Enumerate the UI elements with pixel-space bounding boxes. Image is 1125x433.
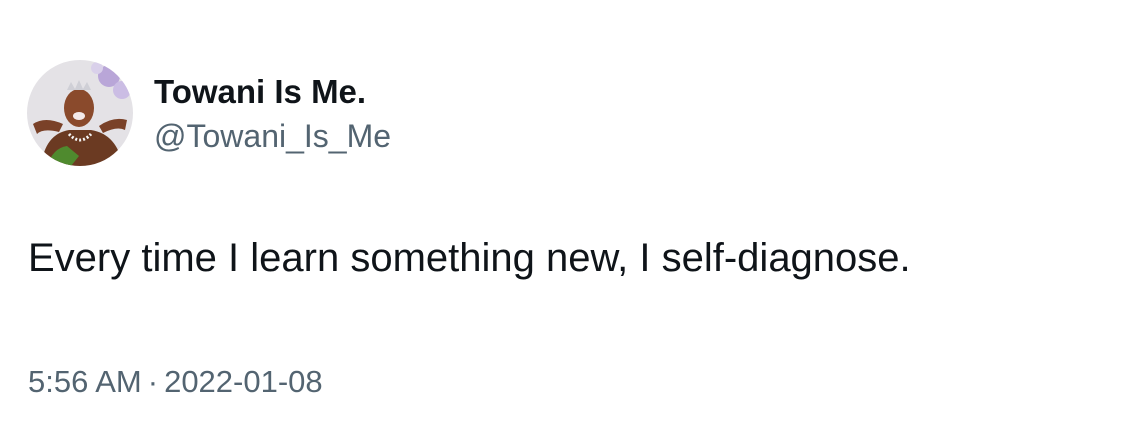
tweet-date[interactable]: 2022-01-08 bbox=[164, 364, 323, 399]
tweet-card: Towani Is Me. @Towani_Is_Me Every time I… bbox=[0, 0, 1125, 433]
author-display-name[interactable]: Towani Is Me. bbox=[154, 72, 366, 112]
author-handle[interactable]: @Towani_Is_Me bbox=[154, 116, 391, 156]
meta-separator: · bbox=[147, 364, 159, 399]
avatar[interactable] bbox=[27, 60, 133, 166]
tweet-timestamp: 5:56 AM · 2022-01-08 bbox=[28, 362, 323, 402]
tweet-text: Every time I learn something new, I self… bbox=[28, 236, 911, 280]
tweet-time[interactable]: 5:56 AM bbox=[28, 364, 142, 399]
avatar-photo bbox=[27, 60, 133, 166]
